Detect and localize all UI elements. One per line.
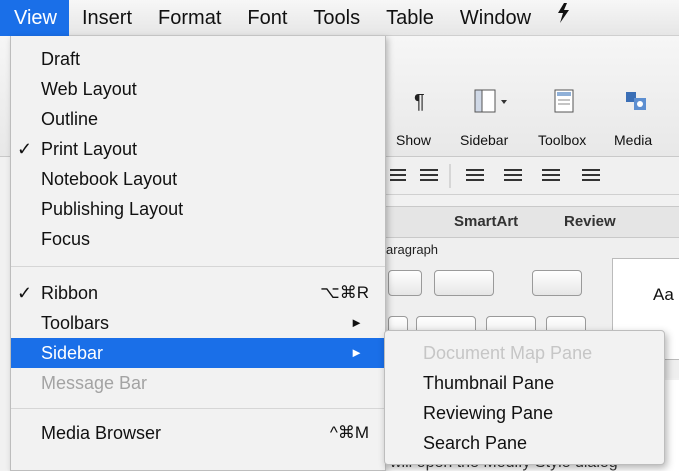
menu-item-sidebar[interactable]: Sidebar ► [11, 338, 385, 368]
list-style-button[interactable] [388, 270, 422, 296]
checkmark-icon: ✓ [17, 283, 33, 303]
submenu-item-document-map-pane: Document Map Pane [423, 343, 593, 363]
menu-item-label: Print Layout [41, 139, 138, 159]
menu-table[interactable]: Table [373, 0, 447, 36]
formatting-icons-row [386, 158, 679, 195]
menu-item-label: Ribbon [41, 283, 99, 303]
menu-item-publishing-layout[interactable]: Publishing Layout [11, 194, 385, 224]
menu-item-label: Toolbars [41, 313, 110, 333]
view-menu: Draft Web Layout Outline ✓ Print Layout … [10, 36, 386, 471]
menu-item-label: Focus [41, 229, 91, 249]
menu-item-toolbars[interactable]: Toolbars ► [11, 308, 385, 338]
menu-insert[interactable]: Insert [69, 0, 145, 36]
menu-item-focus[interactable]: Focus [11, 224, 385, 254]
columns-button[interactable] [532, 270, 582, 296]
sidebar-button[interactable]: Sidebar [460, 132, 508, 148]
menu-separator [11, 408, 385, 409]
menu-format[interactable]: Format [145, 0, 234, 36]
submenu-arrow-icon: ► [350, 315, 363, 330]
keyboard-shortcut: ^⌘M [329, 423, 369, 442]
sidebar-toolbar-icon [474, 88, 510, 114]
tab-review[interactable]: Review [564, 213, 616, 230]
pilcrow-icon: ¶ [408, 88, 432, 114]
menu-item-media-browser[interactable]: Media Browser ^⌘M [11, 418, 385, 448]
menu-window[interactable]: Window [447, 0, 544, 36]
style-preview: Aa [653, 285, 674, 304]
menu-item-notebook-layout[interactable]: Notebook Layout [11, 164, 385, 194]
indent-buttons[interactable] [434, 270, 494, 296]
menu-item-ribbon[interactable]: ✓ Ribbon ⌥⌘R [11, 278, 385, 308]
menu-item-label: Publishing Layout [41, 199, 184, 219]
menu-bar: View Insert Format Font Tools Table Wind… [0, 0, 679, 36]
paragraph-format-icons [390, 164, 600, 188]
media-icon [624, 88, 648, 114]
menu-separator [11, 266, 385, 267]
menu-item-label: Draft [41, 49, 81, 69]
tab-smartart[interactable]: SmartArt [454, 213, 518, 230]
menu-item-label: Message Bar [41, 373, 148, 393]
menu-item-label: Media Browser [41, 423, 162, 443]
toolbox-icon [552, 88, 576, 114]
menu-item-label: Sidebar [41, 343, 104, 363]
media-button[interactable]: Media [614, 132, 652, 148]
menu-item-web-layout[interactable]: Web Layout [11, 74, 385, 104]
svg-text:¶: ¶ [414, 91, 425, 113]
menu-item-print-layout[interactable]: ✓ Print Layout [11, 134, 385, 164]
menu-view[interactable]: View [0, 0, 69, 36]
script-icon [558, 2, 570, 23]
menu-item-message-bar: Message Bar [11, 368, 385, 398]
show-button[interactable]: Show [396, 132, 431, 148]
checkmark-icon: ✓ [17, 139, 33, 159]
ribbon-tabs: SmartArt Review [386, 206, 679, 238]
submenu-arrow-icon: ► [350, 345, 363, 360]
submenu-item-thumbnail-pane[interactable]: Thumbnail Pane [423, 369, 554, 397]
menu-item-label: Outline [41, 109, 99, 129]
keyboard-shortcut: ⌥⌘R [320, 283, 369, 302]
submenu-item-reviewing-pane[interactable]: Reviewing Pane [423, 399, 553, 427]
menu-item-outline[interactable]: Outline [11, 104, 385, 134]
submenu-item-search-pane[interactable]: Search Pane [423, 429, 527, 457]
menu-item-draft[interactable]: Draft [11, 44, 385, 74]
script-menu-icon[interactable] [544, 0, 580, 36]
menu-tools[interactable]: Tools [300, 0, 373, 36]
toolbox-button[interactable]: Toolbox [538, 132, 586, 148]
sidebar-submenu: Document Map Pane Thumbnail Pane Reviewi… [384, 330, 665, 465]
menu-font[interactable]: Font [234, 0, 300, 36]
menu-item-label: Web Layout [41, 79, 137, 99]
paragraph-group-label: aragraph [386, 242, 439, 257]
menu-item-label: Notebook Layout [41, 169, 178, 189]
